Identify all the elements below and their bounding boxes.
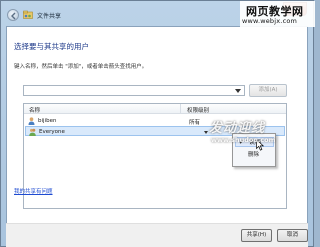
chevron-down-icon[interactable] (235, 89, 241, 93)
watermark-url: www.webjx.com (242, 17, 298, 25)
share-button[interactable]: 共享(H) (241, 229, 272, 242)
help-link[interactable]: 我的共享有问题 (14, 187, 53, 195)
user-icon (28, 117, 35, 125)
share-folder-icon (23, 10, 33, 19)
watermark-middle: 发动迎线 www.shudoo.com (201, 117, 315, 147)
menu-item-remove[interactable]: 删除 (235, 150, 274, 160)
permission-level[interactable]: 所有 (189, 118, 200, 126)
column-header-permission[interactable]: 权限级别 (187, 106, 209, 114)
column-divider[interactable] (180, 104, 181, 114)
watermark-top: 网页教学网 www.webjx.com (240, 1, 315, 27)
user-name: Everyone (39, 128, 65, 135)
page-title: 选择要与其共享的用户 (14, 42, 89, 51)
instruction-text: 键入名称，然后单击 "添加"，或者单击箭头查找用户。 (14, 64, 148, 70)
watermark-text: 发动迎线 (209, 121, 266, 136)
column-header-name[interactable]: 名称 (29, 106, 40, 114)
back-button[interactable] (7, 9, 19, 21)
watermark-url: www.shudoo.com (211, 136, 276, 144)
back-arrow-icon (11, 12, 16, 20)
user-name: bijiben (38, 117, 57, 124)
add-button[interactable]: 添加(A) (249, 84, 287, 97)
user-name-combobox[interactable] (23, 85, 245, 96)
user-group-icon (29, 128, 36, 136)
file-sharing-window: 文件共享 x 选择要与其共享的用户 键入名称，然后单击 "添加"，或者单击箭头查… (0, 0, 315, 247)
list-header: 名称 权限级别 (24, 104, 286, 114)
cancel-button[interactable]: 取消 (277, 229, 308, 242)
window-title: 文件共享 (37, 13, 62, 20)
menu-item-label: 删除 (248, 152, 260, 158)
